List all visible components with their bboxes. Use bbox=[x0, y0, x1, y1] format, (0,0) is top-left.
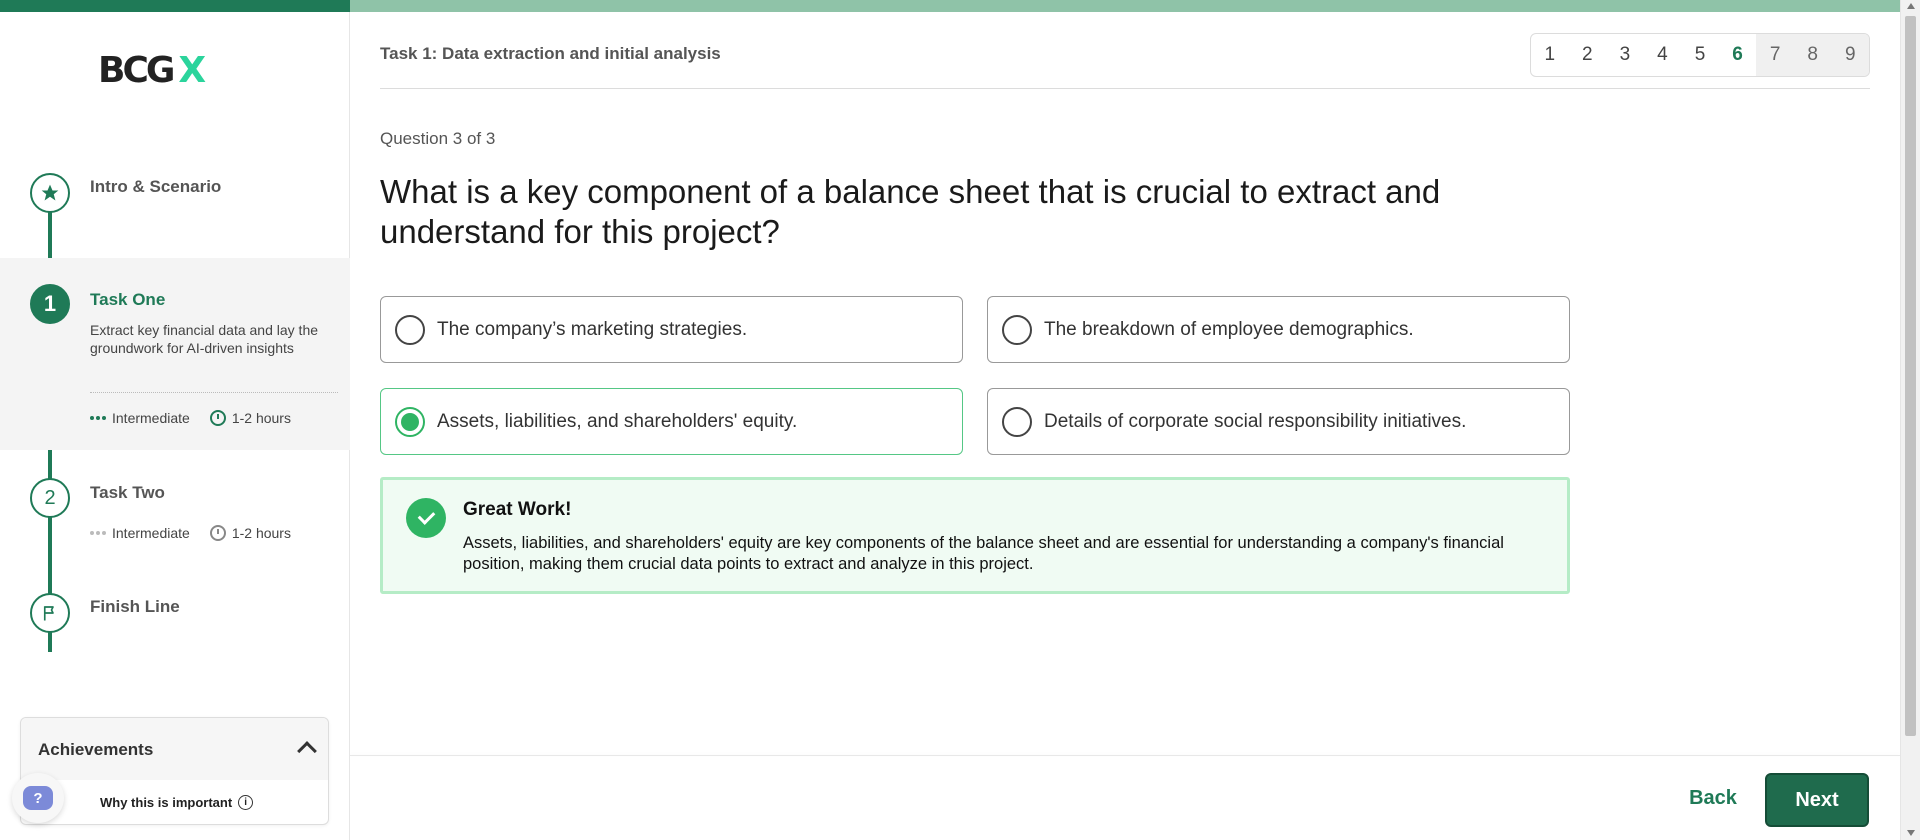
achievements-panel: Achievements Why this is important i bbox=[20, 717, 329, 825]
page-button-9[interactable]: 9 bbox=[1831, 34, 1869, 76]
check-circle-icon bbox=[406, 498, 446, 538]
footer-divider bbox=[350, 755, 1900, 756]
scroll-up-arrow-icon[interactable] bbox=[1907, 3, 1915, 9]
sidebar-progress-bar bbox=[0, 0, 350, 12]
page-button-4[interactable]: 4 bbox=[1644, 34, 1682, 76]
step-intro-scenario[interactable]: Intro & Scenario bbox=[0, 165, 350, 255]
step-task-two[interactable]: 2 Task Two Intermediate 1-2 hours bbox=[0, 470, 350, 560]
page-button-6[interactable]: 6 bbox=[1719, 34, 1757, 76]
chevron-up-icon[interactable] bbox=[297, 741, 317, 761]
radio-button[interactable] bbox=[1002, 314, 1032, 345]
answer-option-2[interactable]: The breakdown of employee demographics. bbox=[987, 296, 1570, 363]
clock-icon bbox=[209, 525, 226, 541]
difficulty-dots-icon bbox=[90, 416, 106, 420]
feedback-title: Great Work! bbox=[463, 499, 572, 520]
header-divider bbox=[380, 88, 1870, 89]
answer-option-4[interactable]: Details of corporate social responsibili… bbox=[987, 388, 1570, 455]
achievements-header[interactable]: Achievements bbox=[21, 718, 328, 780]
info-icon: i bbox=[238, 795, 254, 810]
why-important-label: Why this is important bbox=[100, 795, 233, 810]
back-button[interactable]: Back bbox=[1668, 773, 1758, 823]
page-button-2[interactable]: 2 bbox=[1569, 34, 1607, 76]
help-button[interactable]: ? bbox=[12, 773, 64, 823]
step-title: Finish Line bbox=[90, 597, 180, 616]
scroll-thumb[interactable] bbox=[1905, 16, 1916, 736]
difficulty-dots-icon bbox=[90, 531, 106, 535]
step-number-badge: 1 bbox=[30, 284, 70, 324]
answer-label: Details of corporate social responsibili… bbox=[1044, 410, 1467, 432]
answer-option-3[interactable]: Assets, liabilities, and shareholders' e… bbox=[380, 388, 963, 455]
question-text: What is a key component of a balance she… bbox=[380, 173, 1441, 250]
difficulty-level: Intermediate bbox=[112, 525, 190, 541]
radio-button[interactable] bbox=[395, 314, 425, 345]
logo-main-text: BCG bbox=[98, 50, 175, 91]
answer-label: The breakdown of employee demographics. bbox=[1044, 318, 1414, 340]
page-button-8[interactable]: 8 bbox=[1793, 34, 1832, 76]
bcg-x-logo: BCG X bbox=[98, 50, 206, 91]
question-count: Question 3 of 3 bbox=[380, 129, 496, 148]
page-button-1[interactable]: 1 bbox=[1531, 34, 1569, 76]
answer-label: Assets, liabilities, and shareholders' e… bbox=[437, 410, 798, 432]
step-description: Extract key financial data and lay the g… bbox=[90, 322, 319, 356]
feedback-text: Assets, liabilities, and shareholders' e… bbox=[463, 534, 1504, 573]
step-title: Task Two bbox=[90, 483, 165, 502]
difficulty-level: Intermediate bbox=[112, 410, 190, 426]
page-button-3[interactable]: 3 bbox=[1606, 34, 1644, 76]
question-pager: 1 2 3 4 5 6 7 8 9 bbox=[1530, 33, 1870, 77]
radio-button-selected[interactable] bbox=[395, 406, 425, 437]
why-important-link[interactable]: Why this is important i bbox=[100, 795, 254, 810]
scroll-down-arrow-icon[interactable] bbox=[1907, 830, 1915, 836]
flag-icon bbox=[30, 593, 70, 633]
step-divider bbox=[90, 392, 338, 393]
answer-label: The company’s marketing strategies. bbox=[437, 318, 748, 340]
radio-button[interactable] bbox=[1002, 406, 1032, 437]
logo-accent-text: X bbox=[178, 50, 206, 91]
page-button-5[interactable]: 5 bbox=[1681, 34, 1719, 76]
star-icon bbox=[30, 173, 70, 213]
step-title: Task One bbox=[90, 290, 166, 309]
step-meta: Intermediate 1-2 hours bbox=[90, 410, 291, 426]
step-finish-line[interactable]: Finish Line bbox=[0, 585, 350, 655]
main-progress-bar bbox=[350, 0, 1900, 12]
clock-icon bbox=[209, 410, 226, 426]
page-button-7[interactable]: 7 bbox=[1756, 34, 1794, 76]
next-button[interactable]: Next bbox=[1765, 773, 1869, 827]
task-title: Task 1: Data extraction and initial anal… bbox=[380, 44, 721, 63]
help-icon: ? bbox=[23, 786, 53, 810]
step-title: Intro & Scenario bbox=[90, 177, 222, 196]
feedback-panel: Great Work! Assets, liabilities, and sha… bbox=[380, 477, 1570, 594]
sidebar: BCG X Intro & Scenario 1 Task One Extract… bbox=[0, 0, 350, 840]
step-meta: Intermediate 1-2 hours bbox=[90, 525, 291, 541]
duration: 1-2 hours bbox=[231, 410, 291, 426]
page-scrollbar[interactable] bbox=[1900, 0, 1920, 840]
step-task-one[interactable]: 1 Task One Extract key financial data an… bbox=[0, 258, 350, 450]
duration: 1-2 hours bbox=[231, 525, 291, 541]
step-number-badge: 2 bbox=[30, 478, 70, 518]
answer-option-1[interactable]: The company’s marketing strategies. bbox=[380, 296, 963, 363]
achievements-title: Achievements bbox=[38, 740, 154, 759]
